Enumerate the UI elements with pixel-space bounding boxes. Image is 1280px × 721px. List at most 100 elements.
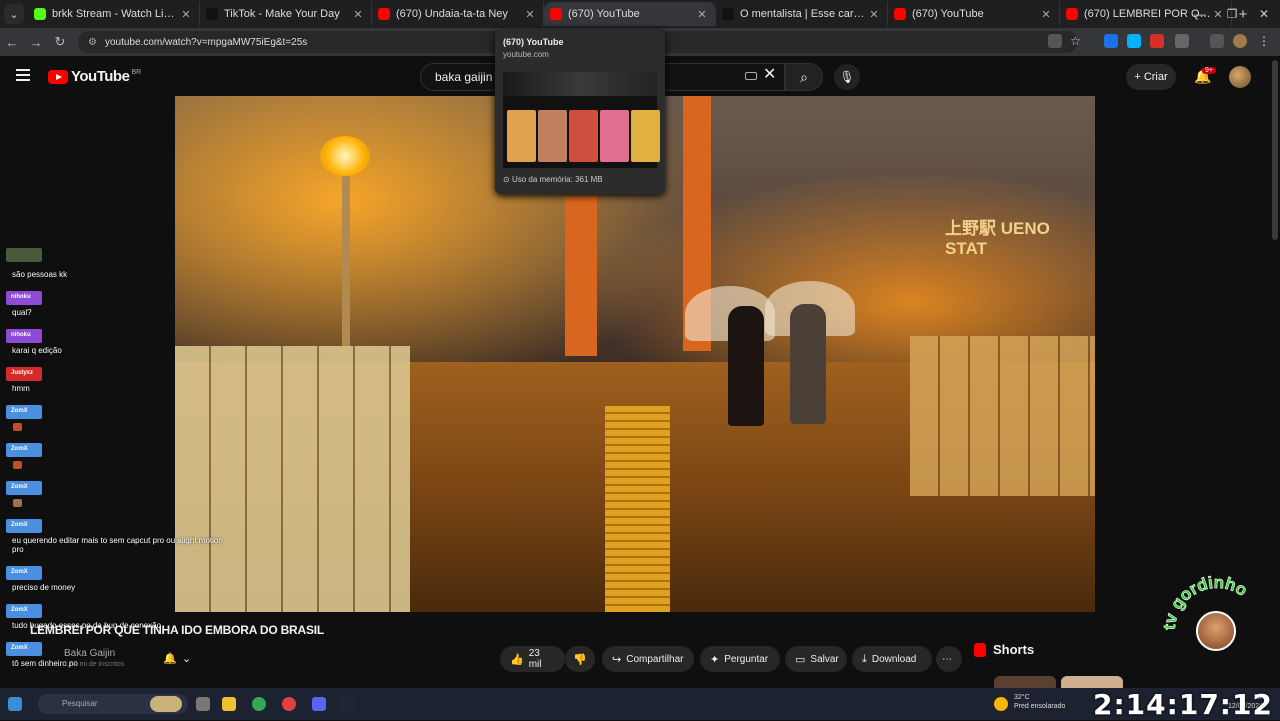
task-view-icon[interactable] [196, 697, 210, 711]
chat-username: nihoku [6, 291, 42, 305]
chevron-down-icon[interactable]: ⌄ [182, 652, 191, 665]
profile-avatar[interactable] [1233, 34, 1247, 48]
browser-tab[interactable]: (670) Undaia-ta-ta Ney ✕ [372, 2, 544, 26]
forward-icon[interactable]: → [24, 35, 48, 50]
like-button[interactable]: 👍 23 mil [500, 646, 565, 672]
chat-message: nihoku qual? [6, 285, 226, 317]
browser-tab[interactable]: (670) YouTube ✕ [888, 2, 1060, 26]
hamburger-menu-icon[interactable] [16, 69, 30, 81]
bookmark-star-icon[interactable]: ☆ [1070, 34, 1084, 48]
video-lamp [320, 136, 370, 176]
video-person [728, 306, 764, 426]
tab-title: O mentalista | Esse cara é muit [740, 8, 867, 20]
tab-favicon-icon [894, 8, 906, 20]
video-lamp-pole [342, 176, 350, 346]
browser-tab[interactable]: brkk Stream - Watch Live o ✕ [28, 2, 200, 26]
close-window-icon[interactable]: ✕ [1248, 0, 1280, 28]
minimize-icon[interactable]: — [1184, 0, 1216, 28]
create-label: Criar [1143, 71, 1168, 83]
voice-search-icon[interactable]: 🎙 [834, 64, 860, 90]
tab-hover-preview: (670) YouTube youtube.com ⊙ Uso da memór… [495, 30, 665, 194]
dislike-button[interactable]: 👎 [565, 646, 595, 672]
chat-message: Justyxz hmm [6, 361, 226, 393]
page-scrollbar[interactable] [1272, 60, 1278, 240]
search-button[interactable]: ⌕ [785, 63, 823, 91]
tab-close-icon[interactable]: ✕ [351, 8, 365, 21]
chat-emote-icon [13, 423, 22, 431]
extension-icon[interactable] [1104, 34, 1118, 48]
tab-close-icon[interactable]: ✕ [1039, 8, 1053, 21]
more-actions-button[interactable]: ⋯ [936, 646, 962, 672]
youtube-logo[interactable]: YouTube BR [48, 68, 141, 85]
save-button[interactable]: ▭ Salvar [785, 646, 847, 672]
windows-taskbar [0, 688, 1280, 720]
tab-close-icon[interactable]: ✕ [523, 8, 537, 21]
preview-thumbnail-tile [569, 110, 598, 162]
start-icon[interactable] [8, 697, 22, 711]
memory-icon: ⊙ [503, 175, 512, 184]
preview-memory: ⊙ Uso da memória: 361 MB [503, 175, 603, 184]
tab-title: brkk Stream - Watch Live o [52, 8, 179, 20]
share-button[interactable]: ↪ Compartilhar [602, 646, 694, 672]
back-icon[interactable]: ← [0, 35, 24, 50]
chat-emote-icon [13, 499, 22, 507]
search-icon: ⌕ [800, 69, 808, 85]
clear-search-icon[interactable]: ✕ [763, 64, 776, 84]
chat-message: ZomX [6, 437, 226, 469]
chrome-icon[interactable] [252, 697, 266, 711]
site-info-icon[interactable]: ⚙ [88, 37, 97, 48]
steam-icon[interactable] [340, 697, 354, 711]
like-count: 23 mil [528, 648, 542, 670]
tab-close-icon[interactable]: ✕ [179, 8, 193, 21]
channel-name[interactable]: Baka Gaijin [64, 648, 115, 659]
tab-favicon-icon [722, 8, 734, 20]
chat-text: qual? [12, 308, 32, 317]
extensions-puzzle-icon[interactable] [1175, 34, 1189, 48]
widget-icon[interactable] [150, 696, 182, 712]
reading-list-icon[interactable] [1210, 34, 1224, 48]
chat-text: eu querendo editar mais to sem capcut pr… [12, 536, 223, 554]
preview-thumbnail-tile [507, 110, 536, 162]
tab-close-icon[interactable]: ✕ [695, 8, 709, 21]
shorts-label: Shorts [993, 642, 1035, 657]
extension-icon[interactable] [1150, 34, 1164, 48]
tab-title: TikTok - Make Your Day [224, 8, 340, 20]
discord-icon[interactable] [312, 697, 326, 711]
taskbar-search-text: Pesquisar [62, 699, 98, 708]
tab-title: (670) YouTube [568, 8, 640, 20]
download-button[interactable]: ⤓ Download [852, 646, 932, 672]
cast-icon[interactable] [1048, 34, 1062, 48]
file-explorer-icon[interactable] [222, 697, 236, 711]
browser-menu-icon[interactable]: ⋮ [1258, 34, 1272, 48]
account-avatar[interactable] [1229, 66, 1251, 88]
channel-logo-overlay: tv gordinho [1162, 575, 1272, 685]
browser-tab[interactable]: TikTok - Make Your Day ✕ [200, 2, 372, 26]
subscriber-count: 1,62 mi de inscritos [64, 661, 125, 668]
browser-tab[interactable]: (670) YouTube ✕ [544, 2, 716, 26]
tab-close-icon[interactable]: ✕ [867, 8, 881, 21]
preview-thumbnail-tile [631, 110, 660, 162]
chat-message: ZomX preciso de money [6, 560, 226, 592]
keyboard-icon[interactable] [745, 72, 757, 80]
create-button[interactable]: + Criar [1126, 64, 1176, 90]
chat-username: ZomX [6, 481, 42, 495]
browser-tab[interactable]: O mentalista | Esse cara é muit✕ [716, 2, 888, 26]
obs-icon[interactable] [282, 697, 296, 711]
weather-widget[interactable]: 32°C Pred ensolarado [1014, 693, 1065, 711]
stream-timer: 2:14:17:12 [1093, 688, 1273, 721]
stream-chat-overlay: são pessoas kk nihoku qual? nihoku karai q e… [6, 248, 226, 674]
short-thumbnail[interactable] [1061, 676, 1123, 688]
restore-icon[interactable]: ❐ [1216, 0, 1248, 28]
shorts-icon [974, 642, 986, 657]
preview-thumbnail-tile [538, 110, 567, 162]
ask-button[interactable]: ✦ Perguntar [700, 646, 780, 672]
extension-icon[interactable] [1127, 34, 1141, 48]
station-sign: 上野駅 UENO STAT [945, 219, 1050, 258]
reload-icon[interactable]: ↻ [48, 34, 72, 50]
tab-favicon-icon [34, 8, 46, 20]
subscribe-bell-icon[interactable]: 🔔 [163, 652, 177, 665]
short-thumbnail[interactable] [994, 676, 1056, 688]
tab-search-button[interactable]: ⌄ [4, 4, 24, 24]
tab-title: (670) Undaia-ta-ta Ney [396, 8, 508, 20]
tab-strip: ⌄ brkk Stream - Watch Live o ✕ TikTok - Ma… [0, 0, 1280, 28]
